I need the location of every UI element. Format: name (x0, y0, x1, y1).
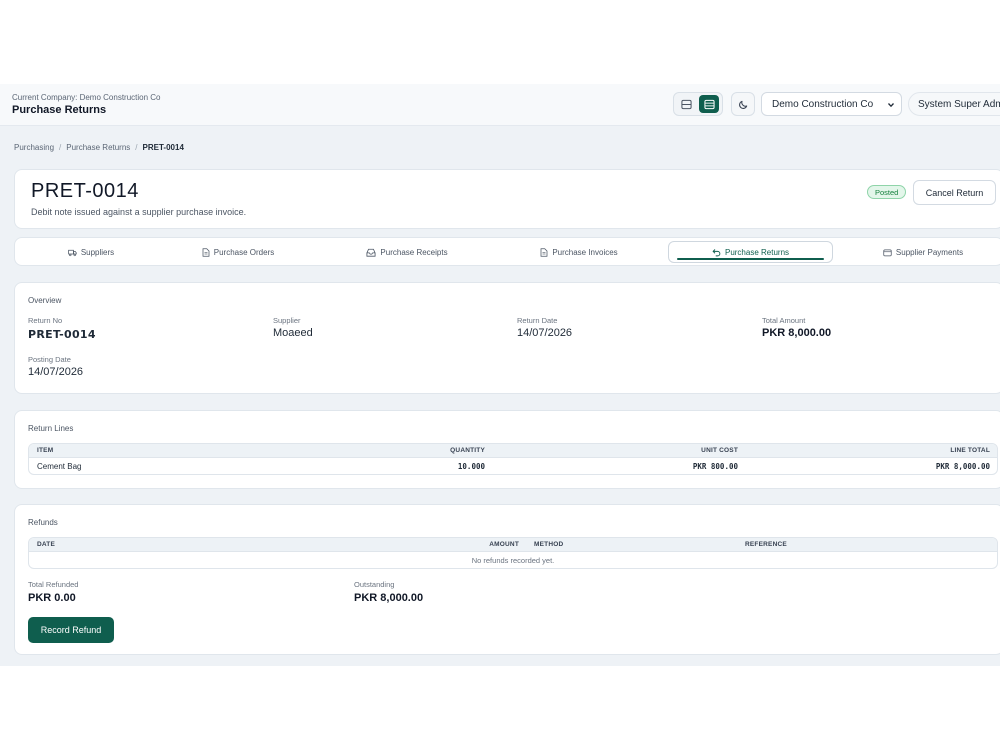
column-header-method: METHOD (534, 541, 564, 548)
breadcrumb-separator: / (135, 143, 138, 152)
outstanding-label: Outstanding (354, 580, 395, 589)
column-header-amount: AMOUNT (489, 541, 519, 548)
active-tab-indicator (677, 258, 824, 260)
posting-date-value: 14/07/2026 (28, 366, 84, 378)
tab-label: Purchase Orders (213, 247, 275, 257)
document-icon (202, 247, 210, 257)
current-company-label: Current Company: Demo Construction Co (12, 93, 161, 102)
return-lines-card: Return Lines ITEM QUANTITY UNIT COST LIN… (14, 410, 1000, 489)
column-header-unit-cost: UNIT COST (701, 447, 738, 454)
user-name: System Super Admin (918, 99, 1000, 110)
split-view-button[interactable] (676, 95, 696, 113)
table-header: ITEM QUANTITY UNIT COST LINE TOTAL (29, 444, 997, 458)
list-view-icon (703, 99, 715, 109)
column-header-reference: REFERENCE (745, 541, 787, 548)
return-subtitle: Debit note issued against a supplier pur… (31, 207, 247, 217)
tab-suppliers[interactable]: Suppliers (25, 241, 157, 263)
return-date-label: Return Date (517, 316, 558, 325)
tab-supplier-payments[interactable]: Supplier Payments (855, 241, 991, 263)
tab-purchase-returns[interactable]: Purchase Returns (668, 241, 833, 263)
cell-quantity: 10.000 (457, 462, 485, 471)
cell-line-total: PKR 8,000.00 (935, 462, 990, 471)
truck-icon (68, 249, 77, 256)
tab-purchase-invoices[interactable]: Purchase Invoices (512, 241, 646, 263)
wallet-icon (883, 249, 892, 256)
layout-toggle (673, 92, 723, 116)
total-amount-value: PKR 8,000.00 (762, 327, 832, 339)
posting-date-label: Posting Date (28, 355, 71, 364)
return-title: PRET-0014 (31, 180, 139, 202)
total-refunded-label: Total Refunded (28, 580, 79, 589)
company-select-value: Demo Construction Co (772, 99, 874, 110)
breadcrumb: Purchasing / Purchase Returns / PRET-001… (14, 143, 184, 152)
return-no-label: Return No (28, 316, 63, 325)
column-header-item: ITEM (37, 447, 54, 454)
breadcrumb-current: PRET-0014 (142, 143, 184, 152)
moon-icon (738, 100, 747, 109)
column-header-date: DATE (37, 541, 56, 548)
breadcrumb-purchasing[interactable]: Purchasing (14, 143, 54, 152)
return-lines-table: ITEM QUANTITY UNIT COST LINE TOTAL Cemen… (28, 443, 998, 475)
tab-label: Supplier Payments (895, 247, 964, 257)
top-bar: Current Company: Demo Construction Co Pu… (0, 84, 1000, 126)
document-icon (540, 247, 548, 257)
empty-state-text: No refunds recorded yet. (471, 556, 555, 565)
cell-unit-cost: PKR 800.00 (692, 462, 738, 471)
refunds-table: DATE AMOUNT METHOD REFERENCE No refunds … (28, 537, 998, 569)
supplier-label: Supplier (273, 316, 301, 325)
tab-purchase-orders[interactable]: Purchase Orders (175, 241, 301, 263)
record-refund-button[interactable]: Record Refund (28, 617, 114, 643)
split-view-icon (680, 99, 692, 109)
supplier-value: Moaeed (273, 327, 313, 339)
tab-label: Purchase Invoices (552, 247, 618, 257)
list-view-button[interactable] (699, 95, 719, 113)
column-header-line-total: LINE TOTAL (950, 447, 990, 454)
outstanding-value: PKR 8,000.00 (354, 592, 424, 604)
total-amount-label: Total Amount (762, 316, 806, 325)
company-select[interactable]: Demo Construction Co (761, 92, 902, 116)
theme-toggle-button[interactable] (731, 92, 755, 116)
app-shell: Current Company: Demo Construction Co Pu… (0, 84, 1000, 666)
return-header-card: PRET-0014 Debit note issued against a su… (14, 169, 1000, 229)
cancel-return-button[interactable]: Cancel Return (913, 180, 996, 205)
refunds-heading: Refunds (28, 518, 58, 527)
chevron-down-icon (888, 103, 894, 108)
return-date-value: 14/07/2026 (517, 327, 573, 339)
tab-label: Suppliers (80, 247, 115, 257)
page-heading: Purchase Returns (12, 104, 107, 116)
breadcrumb-purchase-returns[interactable]: Purchase Returns (66, 143, 130, 152)
column-header-quantity: QUANTITY (450, 447, 485, 454)
tab-label: Purchase Returns (724, 247, 790, 257)
inbox-icon (366, 248, 376, 257)
cell-item: Cement Bag (37, 462, 82, 471)
tab-purchase-receipts[interactable]: Purchase Receipts (341, 241, 473, 263)
breadcrumb-separator: / (59, 143, 62, 152)
undo-icon (712, 248, 721, 256)
table-header: DATE AMOUNT METHOD REFERENCE (29, 538, 997, 552)
return-no-value: PRET-0014 (28, 328, 96, 341)
module-tabs: Suppliers Purchase Orders Purchase Recei… (14, 237, 1000, 266)
return-lines-heading: Return Lines (28, 424, 74, 433)
overview-card: Overview Return No PRET-0014 Supplier Mo… (14, 282, 1000, 394)
refunds-card: Refunds DATE AMOUNT METHOD REFERENCE No … (14, 504, 1000, 655)
user-menu[interactable]: System Super Admin (908, 92, 1000, 116)
overview-heading: Overview (28, 296, 62, 305)
tab-label: Purchase Receipts (380, 247, 448, 257)
status-badge: Posted (867, 185, 907, 199)
total-refunded-value: PKR 0.00 (28, 592, 76, 604)
